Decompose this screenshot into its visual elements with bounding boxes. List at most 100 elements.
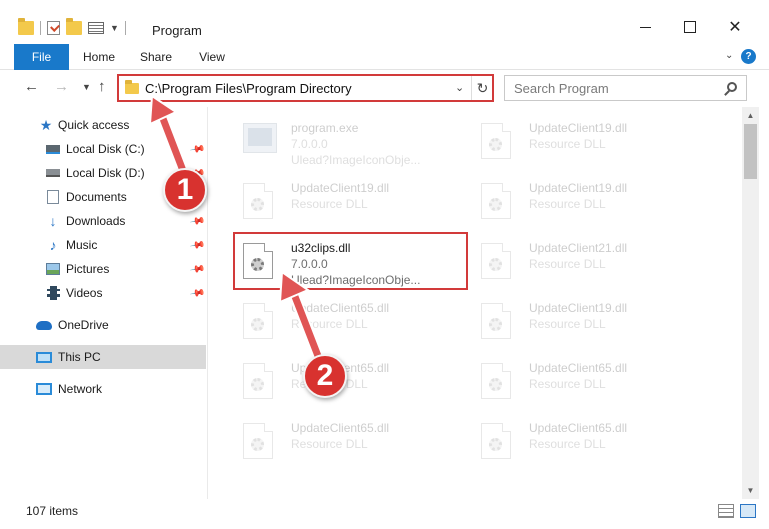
file-tile[interactable]: UpdateClient65.dll Resource DLL (457, 411, 697, 467)
dll-icon (243, 303, 273, 339)
file-name: UpdateClient19.dll (529, 121, 628, 135)
title-bar: ▼ Program ✕ (0, 0, 769, 44)
drive-icon (45, 142, 61, 156)
file-name: UpdateClient65.dll (529, 361, 628, 375)
file-description: Resource DLL (291, 437, 368, 451)
sidebar-item-label: Quick access (58, 118, 130, 132)
minimize-button[interactable] (630, 16, 660, 38)
sidebar-item-label: Downloads (66, 214, 126, 228)
sidebar-item-onedrive[interactable]: OneDrive (0, 313, 206, 337)
details-view-icon[interactable] (718, 504, 734, 518)
file-name: UpdateClient19.dll (529, 181, 628, 195)
file-list: program.exe 7.0.0.0 Ulead?ImageIconObje.… (209, 107, 742, 499)
scrollbar-thumb[interactable] (744, 124, 757, 179)
back-arrow-icon[interactable]: ← (24, 78, 39, 95)
file-name: UpdateClient19.dll (529, 301, 628, 315)
file-description: Resource DLL (529, 317, 606, 331)
sidebar-item-label: OneDrive (58, 318, 109, 332)
properties-icon[interactable] (88, 22, 104, 34)
sidebar-item-music[interactable]: ♪ Music 📌 (0, 233, 206, 257)
file-tile[interactable]: UpdateClient19.dll Resource DLL (457, 111, 697, 167)
tab-file[interactable]: File (14, 44, 69, 70)
onedrive-icon (36, 318, 52, 332)
tab-view[interactable]: View (190, 44, 234, 70)
file-description: Resource DLL (291, 317, 368, 331)
file-tile[interactable]: UpdateClient65.dll Resource DLL (219, 411, 459, 467)
sidebar-item-pictures[interactable]: Pictures 📌 (0, 257, 206, 281)
maximize-button[interactable] (675, 16, 705, 38)
gear-icon (489, 258, 502, 271)
tab-home[interactable]: Home (74, 44, 124, 70)
quick-access-toolbar: ▼ (18, 18, 126, 35)
file-tile[interactable]: UpdateClient19.dll Resource DLL (457, 291, 697, 347)
file-name: UpdateClient19.dll (291, 181, 390, 195)
scroll-down-arrow-icon[interactable]: ▼ (742, 482, 759, 499)
tiles-view-icon[interactable] (740, 504, 756, 518)
sidebar-item-local-disk-c[interactable]: Local Disk (C:) 📌 (0, 137, 206, 161)
toolbar-divider (124, 21, 126, 35)
file-name: UpdateClient21.dll (529, 241, 628, 255)
scroll-up-arrow-icon[interactable]: ▲ (742, 107, 759, 124)
file-description: Resource DLL (529, 137, 606, 151)
dll-icon (481, 423, 511, 459)
file-tile[interactable]: UpdateClient65.dll Resource DLL (457, 351, 697, 407)
file-name: program.exe (291, 121, 359, 135)
sidebar-item-downloads[interactable]: ↓ Downloads 📌 (0, 209, 206, 233)
dll-icon (481, 303, 511, 339)
help-icon[interactable]: ? (741, 49, 756, 64)
sidebar-item-this-pc[interactable]: This PC (0, 345, 206, 369)
ribbon: File Home Share View ⌄ ? (0, 44, 769, 70)
file-tile[interactable]: program.exe 7.0.0.0 Ulead?ImageIconObje.… (219, 111, 459, 167)
sidebar-item-label: This PC (58, 350, 101, 364)
file-name: UpdateClient65.dll (291, 301, 390, 315)
file-tile[interactable]: UpdateClient19.dll Resource DLL (219, 171, 459, 227)
pictures-icon (45, 262, 61, 276)
music-icon: ♪ (49, 237, 57, 253)
file-version: 7.0.0.0 (291, 137, 328, 151)
file-highlight (233, 232, 468, 290)
vertical-scrollbar[interactable]: ▲ ▼ (742, 107, 759, 499)
sidebar-item-network[interactable]: Network (0, 377, 206, 401)
tab-share[interactable]: Share (133, 44, 179, 70)
folder-icon[interactable] (18, 18, 34, 35)
gear-icon (251, 198, 264, 211)
pin-icon[interactable]: 📌 (189, 141, 206, 157)
file-tile[interactable]: UpdateClient21.dll Resource DLL (457, 231, 697, 287)
gear-icon (251, 318, 264, 331)
forward-arrow-icon[interactable]: → (54, 78, 69, 95)
file-description: Resource DLL (529, 437, 606, 451)
dll-icon (481, 243, 511, 279)
file-name: UpdateClient65.dll (529, 421, 628, 435)
sidebar-item-videos[interactable]: Videos 📌 (0, 281, 206, 305)
drive-icon (45, 166, 61, 180)
search-box[interactable] (504, 75, 747, 101)
customize-toolbar-chevron-icon[interactable]: ▼ (110, 23, 119, 33)
file-description: Resource DLL (529, 377, 606, 391)
pin-icon[interactable]: 📌 (189, 237, 206, 253)
expand-ribbon-chevron-icon[interactable]: ⌄ (725, 50, 733, 61)
close-button[interactable]: ✕ (720, 16, 750, 38)
pin-icon[interactable]: 📌 (189, 261, 206, 277)
dll-icon (481, 183, 511, 219)
properties-check-icon[interactable] (47, 21, 60, 35)
window-title: Program (152, 23, 202, 38)
step-badge-1: 1 (163, 168, 207, 212)
dll-icon (481, 123, 511, 159)
new-folder-icon[interactable] (66, 18, 82, 35)
dll-icon (481, 363, 511, 399)
file-description: Ulead?ImageIconObje... (291, 153, 421, 167)
recent-locations-chevron-icon[interactable]: ▼ (82, 82, 91, 92)
sidebar-item-quick-access[interactable]: ★ Quick access (0, 113, 206, 137)
file-name: UpdateClient65.dll (291, 421, 390, 435)
search-icon[interactable] (727, 82, 737, 92)
file-tile[interactable]: UpdateClient19.dll Resource DLL (457, 171, 697, 227)
file-tile[interactable]: UpdateClient65.dll Resource DLL (219, 291, 459, 347)
address-bar-highlight (117, 74, 494, 102)
gear-icon (489, 438, 502, 451)
gear-icon (489, 198, 502, 211)
search-input[interactable] (506, 77, 716, 99)
up-arrow-icon[interactable]: ↑ (98, 78, 106, 95)
dll-icon (243, 183, 273, 219)
pin-icon[interactable]: 📌 (189, 285, 206, 301)
pin-icon[interactable]: 📌 (189, 213, 206, 229)
